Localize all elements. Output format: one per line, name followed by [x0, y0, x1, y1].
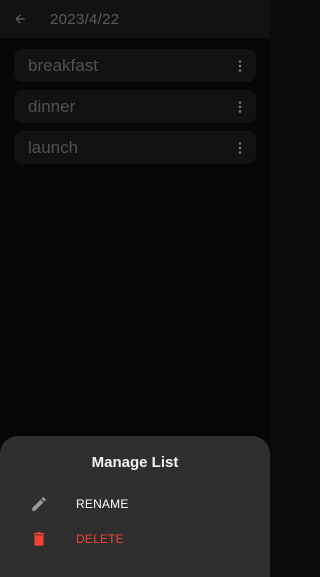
pencil-icon	[29, 494, 49, 514]
rename-label: RENAME	[76, 497, 129, 511]
delete-label: DELETE	[76, 532, 124, 546]
rename-button[interactable]: RENAME	[0, 489, 270, 519]
trash-icon	[29, 529, 49, 549]
sheet-title: Manage List	[91, 454, 179, 471]
screen: 2023/4/22 breakfast dinner launch Manage…	[0, 0, 270, 577]
delete-button[interactable]: DELETE	[0, 524, 270, 554]
